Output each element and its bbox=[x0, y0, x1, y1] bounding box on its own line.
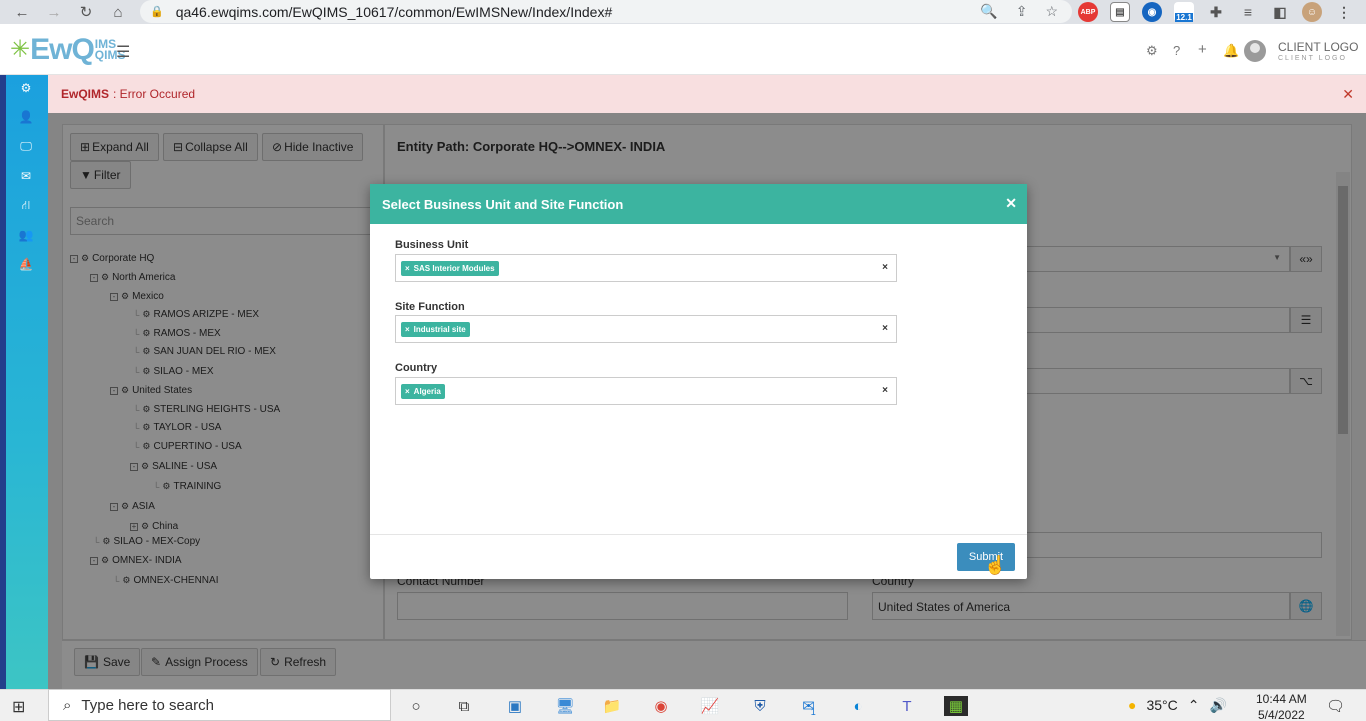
clear-selection-icon[interactable]: × bbox=[882, 323, 888, 334]
clear-selection-icon[interactable]: × bbox=[882, 385, 888, 396]
adblock-label: ABP bbox=[1080, 8, 1096, 16]
zoom-icon[interactable]: 🔍 bbox=[980, 3, 997, 20]
logo-text: EwQ bbox=[30, 33, 95, 66]
error-close-icon[interactable]: ✕ bbox=[1342, 86, 1354, 103]
modal-footer-divider bbox=[370, 534, 1027, 535]
settings-gear-icon[interactable]: ⚙ bbox=[1146, 43, 1158, 59]
clear-selection-icon[interactable]: × bbox=[882, 262, 888, 273]
chrome-icon[interactable]: ◉ bbox=[649, 696, 673, 716]
user-avatar[interactable] bbox=[1244, 40, 1266, 62]
country-chip-label: Algeria bbox=[413, 387, 441, 396]
cortana-icon[interactable]: ○ bbox=[404, 696, 428, 716]
forward-icon[interactable]: → bbox=[38, 0, 70, 24]
country-chip: × Algeria bbox=[401, 384, 445, 399]
shield-app-icon[interactable]: ⛨ bbox=[748, 696, 772, 716]
temperature[interactable]: 35°C bbox=[1146, 697, 1177, 713]
business-unit-label: Business Unit bbox=[395, 239, 469, 251]
lock-icon: 🔒 bbox=[150, 6, 164, 18]
client-logo-text: CLIENT LOGO bbox=[1278, 40, 1359, 54]
clock-date: 5/4/2022 bbox=[1257, 708, 1305, 721]
extensions-puzzle-icon[interactable]: ✚ bbox=[1206, 2, 1226, 22]
browser-menu-icon[interactable]: ⋮ bbox=[1334, 2, 1354, 22]
taskbar-search-input[interactable]: ⌕ Type here to search bbox=[48, 689, 391, 721]
windows-start-icon[interactable]: ⊞ bbox=[12, 697, 25, 717]
chart-app-icon[interactable]: 📈 bbox=[698, 696, 722, 716]
task-view-icon[interactable]: ⧉ bbox=[452, 696, 476, 716]
contacts-app-icon[interactable]: ▣ bbox=[503, 696, 527, 716]
site-function-label: Site Function bbox=[395, 301, 465, 313]
business-unit-chip: × SAS Interior Modules bbox=[401, 261, 499, 276]
mail-badge: 1 bbox=[810, 707, 816, 717]
search-icon: ⌕ bbox=[63, 696, 72, 714]
select-business-unit-modal: Select Business Unit and Site Function ✕… bbox=[370, 184, 1027, 579]
error-message: : Error Occured bbox=[113, 87, 196, 101]
hand-cursor-icon: ☝ bbox=[984, 555, 1007, 575]
country-select[interactable]: × Algeria × bbox=[395, 377, 897, 405]
rail-monitor-icon[interactable]: 🖵 bbox=[18, 139, 34, 154]
add-icon[interactable]: + bbox=[1198, 41, 1207, 58]
rail-mail-icon[interactable]: ✉ bbox=[18, 169, 34, 183]
site-function-chip: × Industrial site bbox=[401, 322, 470, 337]
rail-hierarchy-icon[interactable]: ⛙ bbox=[18, 198, 34, 214]
back-icon[interactable]: ← bbox=[6, 0, 38, 24]
modal-header: Select Business Unit and Site Function ✕ bbox=[370, 184, 1027, 224]
rail-ship-icon[interactable]: ⛵ bbox=[18, 257, 34, 271]
notification-icon[interactable]: 🗨 bbox=[1326, 697, 1345, 715]
client-logo: CLIENT LOGO CLIENT LOGO bbox=[1278, 40, 1359, 64]
edge-icon[interactable]: ◐ bbox=[846, 696, 870, 716]
site-function-chip-label: Industrial site bbox=[413, 325, 466, 334]
chip-remove-icon[interactable]: × bbox=[405, 387, 410, 396]
document-extension-icon[interactable]: ▤ bbox=[1110, 2, 1130, 22]
error-banner: EwQIMS : Error Occured ✕ bbox=[48, 75, 1366, 113]
clock-time: 10:44 AM bbox=[1256, 692, 1307, 706]
reading-list-icon[interactable]: ≡ bbox=[1238, 2, 1258, 22]
taskbar-search-placeholder: Type here to search bbox=[81, 696, 214, 714]
tray-chevron-icon[interactable]: ⌃ bbox=[1188, 697, 1200, 714]
adblock-icon[interactable]: ABP bbox=[1078, 2, 1098, 22]
url-text: qa46.ewqims.com/EwQIMS_10617/common/EwIM… bbox=[175, 3, 613, 20]
system-tray: ● 35°C ⌃ 🔊 bbox=[1128, 689, 1227, 721]
bookmark-star-icon[interactable]: ☆ bbox=[1045, 3, 1058, 20]
rail-user-check-icon[interactable]: 👥 bbox=[18, 228, 34, 242]
side-panel-icon[interactable]: ◧ bbox=[1270, 2, 1290, 22]
share-icon[interactable]: ⇪ bbox=[1016, 3, 1028, 20]
file-explorer-icon[interactable]: 📁 bbox=[600, 696, 624, 716]
site-function-select[interactable]: × Industrial site × bbox=[395, 315, 897, 343]
rail-stripe bbox=[0, 75, 6, 689]
reload-icon[interactable]: ↻ bbox=[70, 0, 102, 24]
extension-badge-icon[interactable]: 12.1 bbox=[1174, 2, 1194, 22]
volume-icon[interactable]: 🔊 bbox=[1209, 697, 1226, 714]
mail-icon[interactable]: ✉ 1 bbox=[797, 696, 821, 717]
browser-toolbar: ← → ↻ ⌂ 🔒 qa46.ewqims.com/EwQIMS_10617/c… bbox=[0, 0, 1366, 24]
error-app-name: EwQIMS bbox=[61, 87, 110, 101]
chip-remove-icon[interactable]: × bbox=[405, 264, 410, 273]
hamburger-menu-icon[interactable]: ☰ bbox=[116, 42, 130, 62]
business-unit-select[interactable]: × SAS Interior Modules × bbox=[395, 254, 897, 282]
address-bar[interactable]: 🔒 qa46.ewqims.com/EwQIMS_10617/common/Ew… bbox=[140, 0, 1072, 23]
bell-icon[interactable]: 🔔 bbox=[1223, 43, 1239, 59]
app-logo[interactable]: ✳ EwQ IMS QIMS bbox=[10, 35, 125, 65]
firefox-extension-icon[interactable]: ◉ bbox=[1142, 2, 1162, 22]
terminal-app-icon[interactable]: ▦ bbox=[944, 696, 968, 716]
computer-app-icon[interactable]: 🖥 bbox=[553, 696, 577, 716]
country-select-label: Country bbox=[395, 362, 438, 374]
modal-close-icon[interactable]: ✕ bbox=[1005, 195, 1017, 212]
system-clock[interactable]: 10:44 AM 5/4/2022 bbox=[1256, 691, 1307, 721]
rail-user-icon[interactable]: 👤 bbox=[18, 110, 34, 124]
extension-badge: 12.1 bbox=[1175, 12, 1193, 22]
chip-remove-icon[interactable]: × bbox=[405, 325, 410, 334]
profile-avatar[interactable]: ☺ bbox=[1302, 2, 1322, 22]
teams-icon[interactable]: T bbox=[895, 696, 919, 716]
client-logo-subtext: CLIENT LOGO bbox=[1278, 55, 1347, 62]
logo-burst-icon: ✳ bbox=[10, 36, 31, 63]
weather-sun-icon[interactable]: ● bbox=[1128, 697, 1136, 713]
rail-settings-icon[interactable]: ⚙ bbox=[18, 81, 34, 95]
app-header bbox=[0, 24, 1366, 75]
modal-title: Select Business Unit and Site Function bbox=[382, 196, 624, 212]
home-icon[interactable]: ⌂ bbox=[102, 0, 134, 24]
business-unit-chip-label: SAS Interior Modules bbox=[413, 264, 495, 273]
left-nav-rail: ⚙ 👤 🖵 ✉ ⛙ 👥 ⛵ bbox=[0, 75, 48, 689]
help-icon[interactable]: ? bbox=[1173, 43, 1180, 58]
